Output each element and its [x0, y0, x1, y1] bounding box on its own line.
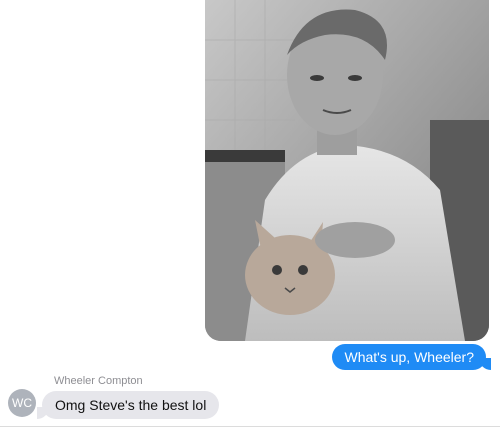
- avatar[interactable]: WC: [8, 389, 36, 417]
- outgoing-message-bubble[interactable]: What's up, Wheeler?: [332, 344, 491, 370]
- incoming-message-bubble[interactable]: Omg Steve's the best lol: [36, 391, 220, 419]
- photo-image: [205, 0, 489, 341]
- sender-name: Wheeler Compton: [54, 375, 143, 387]
- message-photo[interactable]: [205, 0, 489, 341]
